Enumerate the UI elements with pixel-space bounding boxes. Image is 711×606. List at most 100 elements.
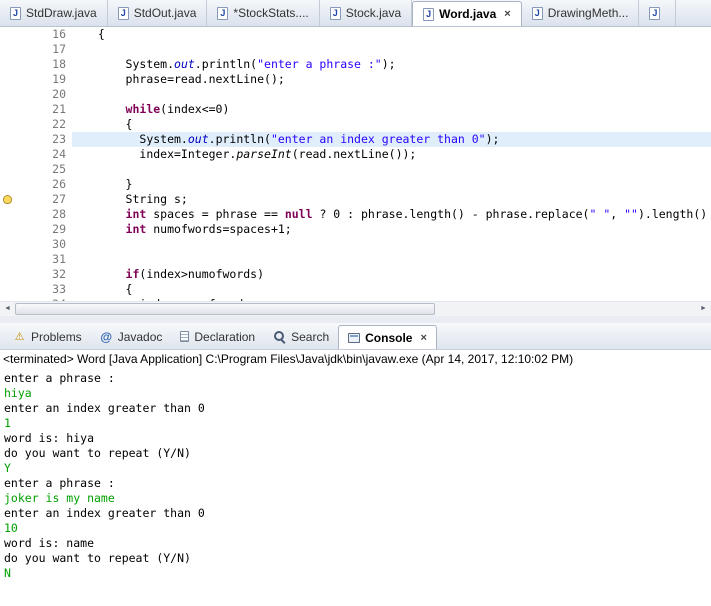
scroll-right-arrow-icon[interactable]: ► <box>696 302 711 316</box>
code-text: while(index<=0) <box>84 102 711 117</box>
code-text: { <box>84 27 711 42</box>
code-token: parseInt <box>236 147 291 161</box>
code-token: ).length() <box>638 207 707 221</box>
code-token: if <box>126 267 140 281</box>
sash-divider[interactable] <box>0 316 711 323</box>
code-token: .println( <box>209 132 271 146</box>
editor-tab-stock-java[interactable]: JStock.java <box>320 0 412 26</box>
code-line[interactable]: 32 if(index>numofwords) <box>0 267 711 282</box>
folding-ruler-cell <box>72 282 84 297</box>
code-text: System.out.println("enter an index great… <box>84 132 711 147</box>
panel-tab-label: Console <box>365 331 412 345</box>
panel-tab-search[interactable]: Search <box>264 324 338 349</box>
code-token: ); <box>486 132 500 146</box>
console-line: word is: name <box>4 536 711 551</box>
folding-ruler-cell <box>72 177 84 192</box>
panel-tab-label: Declaration <box>194 330 255 344</box>
code-text: int numofwords=spaces+1; <box>84 222 711 237</box>
code-line[interactable]: 23 System.out.println("enter an index gr… <box>0 132 711 147</box>
editor-horizontal-scrollbar[interactable]: ◄ ► <box>0 301 711 316</box>
code-token: } <box>126 177 133 191</box>
code-token: phrase=read.nextLine(); <box>126 72 285 86</box>
line-number: 20 <box>16 87 72 102</box>
close-icon[interactable]: × <box>504 8 510 20</box>
code-token: { <box>126 117 133 131</box>
java-file-icon: J <box>118 7 129 20</box>
code-token: "enter an index greater than 0" <box>271 132 486 146</box>
annotation-ruler-cell <box>0 27 16 42</box>
code-text: { <box>84 282 711 297</box>
folding-ruler-cell <box>72 237 84 252</box>
line-number: 22 <box>16 117 72 132</box>
code-line[interactable]: 31 <box>0 252 711 267</box>
folding-ruler-cell <box>72 162 84 177</box>
code-line[interactable]: 24 index=Integer.parseInt(read.nextLine(… <box>0 147 711 162</box>
code-line[interactable]: 26 } <box>0 177 711 192</box>
close-icon[interactable]: × <box>420 332 426 344</box>
panel-tab-bar: ⚠Problems@JavadocDeclarationSearchConsol… <box>0 323 711 350</box>
code-text <box>84 162 711 177</box>
code-line[interactable]: 30 <box>0 237 711 252</box>
code-line[interactable]: 28 int spaces = phrase == null ? 0 : phr… <box>0 207 711 222</box>
code-text: if(index>numofwords) <box>84 267 711 282</box>
panel-tab-problems[interactable]: ⚠Problems <box>4 324 91 349</box>
code-line[interactable]: 16 { <box>0 27 711 42</box>
panel-tab-console[interactable]: Console × <box>338 325 437 350</box>
code-line[interactable]: 17 <box>0 42 711 57</box>
line-number: 32 <box>16 267 72 282</box>
tab-label: Stock.java <box>346 6 401 20</box>
console-line: do you want to repeat (Y/N) <box>4 446 711 461</box>
code-token: "enter a phrase :" <box>257 57 382 71</box>
code-token: int <box>126 207 147 221</box>
editor-tab-drawingmeth[interactable]: JDrawingMeth... <box>522 0 640 26</box>
scrollbar-thumb[interactable] <box>15 303 435 315</box>
editor-tab-partial[interactable]: J <box>639 0 676 26</box>
folding-ruler-cell <box>72 132 84 147</box>
line-number: 21 <box>16 102 72 117</box>
console-output[interactable]: enter a phrase :hiyaenter an index great… <box>0 369 711 606</box>
code-token: " " <box>589 207 610 221</box>
console-line: word is: hiya <box>4 431 711 446</box>
annotation-ruler-cell <box>0 87 16 102</box>
editor-tab-stockstats[interactable]: J*StockStats.... <box>207 0 319 26</box>
code-editor[interactable]: 16 {1718 System.out.println("enter a phr… <box>0 27 711 301</box>
tab-label: StdOut.java <box>134 6 197 20</box>
code-line[interactable]: 33 { <box>0 282 711 297</box>
console-line: Y <box>4 461 711 476</box>
editor-tab-stdout-java[interactable]: J StdOut.java <box>108 0 208 26</box>
code-line[interactable]: 18 System.out.println("enter a phrase :"… <box>0 57 711 72</box>
code-line[interactable]: 20 <box>0 87 711 102</box>
code-line[interactable]: 22 { <box>0 117 711 132</box>
search-icon <box>273 330 286 343</box>
code-line[interactable]: 29 int numofwords=spaces+1; <box>0 222 711 237</box>
annotation-ruler-cell <box>0 237 16 252</box>
code-line[interactable]: 25 <box>0 162 711 177</box>
line-number: 24 <box>16 147 72 162</box>
code-token: System. <box>126 57 174 71</box>
code-text: int spaces = phrase == null ? 0 : phrase… <box>84 207 711 222</box>
java-file-icon: J <box>217 7 228 20</box>
code-token: (index<=0) <box>160 102 229 116</box>
panel-tab-javadoc[interactable]: @Javadoc <box>91 324 172 349</box>
line-number: 17 <box>16 42 72 57</box>
panel-tab-declaration[interactable]: Declaration <box>171 324 264 349</box>
code-line[interactable]: 21 while(index<=0) <box>0 102 711 117</box>
editor-tab-word-java[interactable]: JWord.java× <box>412 1 522 27</box>
code-token: out <box>188 132 209 146</box>
editor-tab-stddraw-java[interactable]: JStdDraw.java <box>0 0 108 26</box>
annotation-ruler-cell <box>0 222 16 237</box>
quickfix-lightbulb-icon <box>3 195 12 204</box>
code-text: String s; <box>84 192 711 207</box>
line-number: 26 <box>16 177 72 192</box>
scroll-left-arrow-icon[interactable]: ◄ <box>0 302 15 316</box>
code-token: { <box>126 282 133 296</box>
code-line[interactable]: 27 String s; <box>0 192 711 207</box>
editor-lines: 16 {1718 System.out.println("enter a phr… <box>0 27 711 301</box>
code-token: { <box>98 27 105 41</box>
console-line: joker is my name <box>4 491 711 506</box>
code-line[interactable]: 19 phrase=read.nextLine(); <box>0 72 711 87</box>
code-token: System. <box>139 132 187 146</box>
problems-icon: ⚠ <box>13 330 26 343</box>
code-token: (index>numofwords) <box>139 267 264 281</box>
code-text: phrase=read.nextLine(); <box>84 72 711 87</box>
